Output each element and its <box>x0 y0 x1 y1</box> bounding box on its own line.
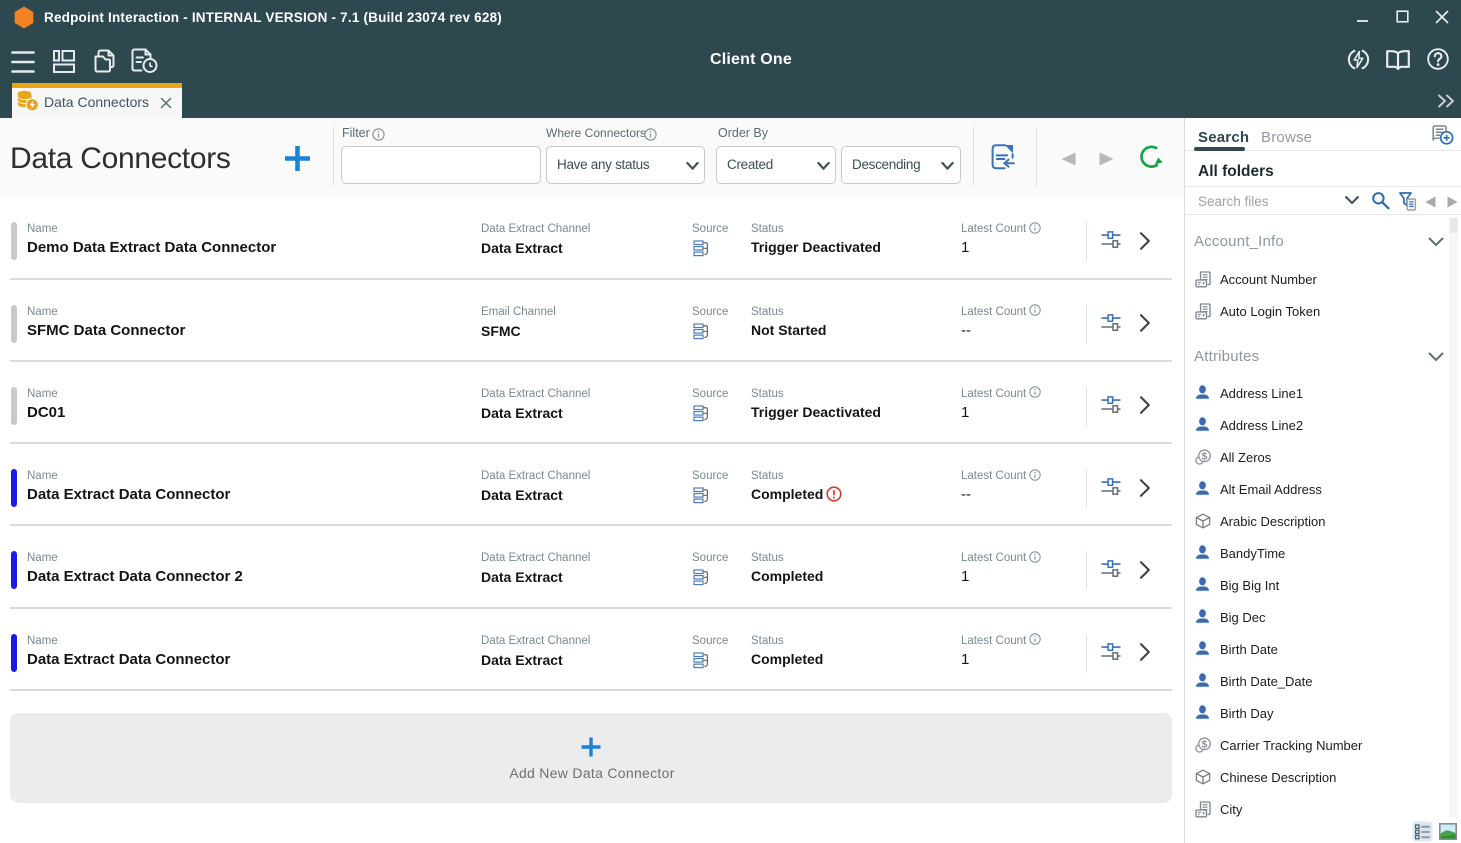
svg-text:$: $ <box>1202 739 1208 751</box>
svg-text:$: $ <box>1202 451 1208 463</box>
